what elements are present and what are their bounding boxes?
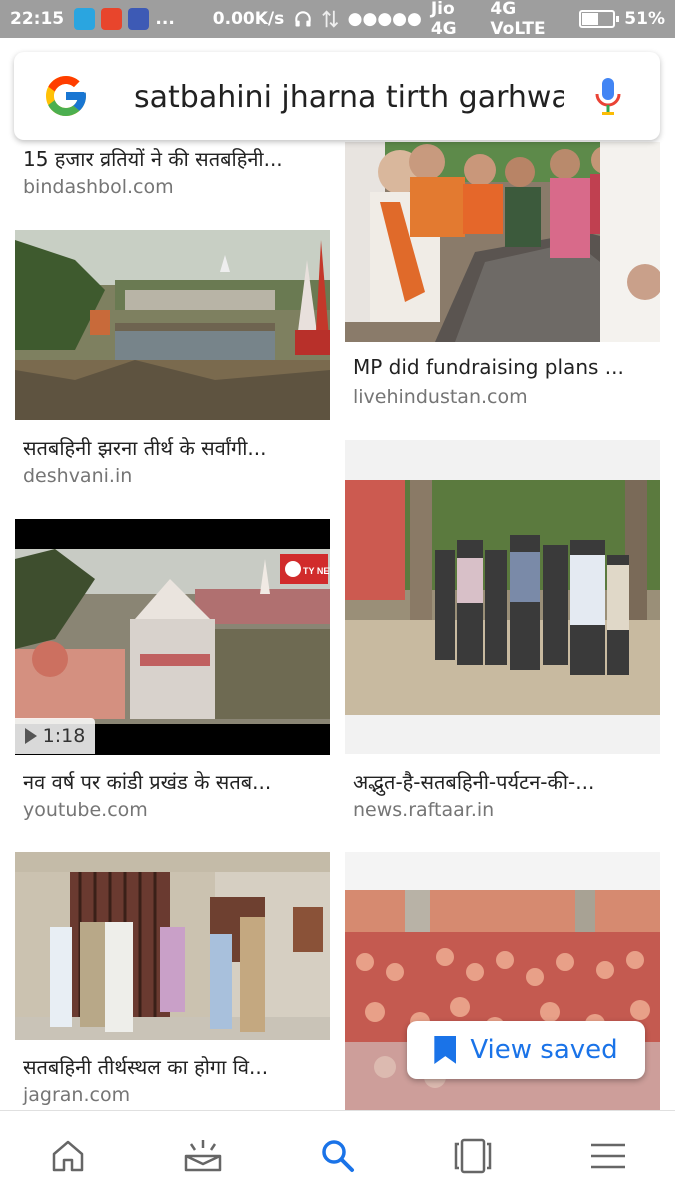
result-source: jagran.com <box>23 1084 131 1106</box>
nav-home[interactable] <box>38 1126 98 1186</box>
app-notification-icon <box>101 8 123 30</box>
updates-icon <box>184 1139 221 1171</box>
result-caption[interactable]: MP did fundraising plans ... <box>353 355 624 379</box>
search-bar[interactable]: satbahini jharna tirth garhwa <box>14 52 660 140</box>
result-caption[interactable]: अद्भुत-है-सतबहिनी-पर्यटन-की-... <box>353 768 594 795</box>
battery-percent: 51% <box>624 9 665 29</box>
data-transfer-icon <box>322 10 339 28</box>
status-bar: 22:15 ... 0.00K/s ●●●●● Jio 4G 4G VoLTE … <box>0 0 675 39</box>
result-thumbnail[interactable] <box>15 230 330 420</box>
recent-tabs-icon <box>454 1138 491 1173</box>
battery-icon <box>578 10 620 28</box>
mic-icon[interactable] <box>594 76 622 116</box>
nav-more[interactable] <box>578 1126 638 1186</box>
play-icon <box>24 728 37 744</box>
result-source: deshvani.in <box>23 465 133 487</box>
nav-updates[interactable] <box>173 1126 233 1186</box>
result-caption[interactable]: सतबहिनी झरना तीर्थ के सर्वांगी... <box>23 434 266 461</box>
signal-strength: ●●●●● <box>347 9 422 29</box>
result-caption[interactable]: सतबहिनी तीर्थस्थल का होगा वि... <box>23 1053 268 1080</box>
result-thumbnail[interactable] <box>15 852 330 1040</box>
channel-badge: TY NEWS <box>303 566 330 576</box>
network-speed: 0.00K/s <box>212 9 285 29</box>
result-source: news.raftaar.in <box>353 799 495 821</box>
video-duration: 1:18 <box>15 718 95 754</box>
google-g-logo <box>46 76 86 116</box>
more-notifications: ... <box>155 9 175 29</box>
result-source: youtube.com <box>23 799 148 821</box>
carrier-label: Jio 4G <box>430 0 457 39</box>
duration-label: 1:18 <box>42 725 86 747</box>
bottom-navigation <box>0 1110 675 1200</box>
result-caption[interactable]: 15 हजार व्रतियों ने की सतबहिनी... <box>23 145 283 172</box>
nav-search[interactable] <box>308 1126 368 1186</box>
menu-icon <box>590 1143 625 1168</box>
app-notification-icon <box>74 8 96 30</box>
result-thumbnail[interactable] <box>345 440 660 754</box>
home-icon <box>52 1140 83 1171</box>
result-source: bindashbol.com <box>23 176 174 198</box>
result-caption[interactable]: नव वर्ष पर कांडी प्रखंड के सतब... <box>23 768 271 795</box>
headphones-icon <box>295 11 311 27</box>
bookmark-icon <box>434 1036 457 1064</box>
app-notification-icon <box>128 8 150 30</box>
nav-recent[interactable] <box>443 1126 503 1186</box>
status-time: 22:15 <box>10 9 65 29</box>
view-saved-label: View saved <box>470 1035 618 1065</box>
view-saved-button[interactable]: View saved <box>407 1021 645 1079</box>
result-source: livehindustan.com <box>353 386 528 408</box>
search-icon <box>321 1139 354 1172</box>
network-type: 4G VoLTE <box>490 0 546 39</box>
search-query[interactable]: satbahini jharna tirth garhwa <box>134 80 564 115</box>
result-thumbnail[interactable] <box>345 142 660 342</box>
